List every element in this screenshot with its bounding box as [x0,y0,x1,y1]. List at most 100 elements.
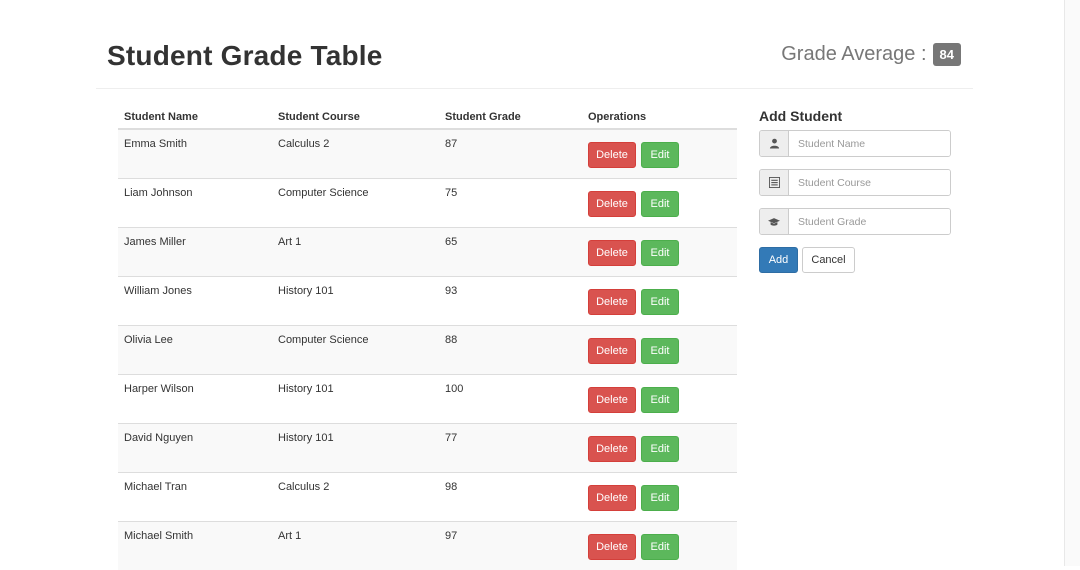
row-operations: DeleteEdit [588,473,737,511]
student-grade: 65 [445,228,582,248]
table-body: Emma SmithCalculus 287DeleteEditLiam Joh… [118,129,737,570]
delete-button[interactable]: Delete [588,436,636,462]
student-name-cell: Liam Johnson [118,179,272,228]
student-course-cell: Calculus 2 [272,129,439,179]
delete-button[interactable]: Delete [588,240,636,266]
page-scrollbar[interactable] [1064,0,1080,566]
student-grade-input[interactable] [789,209,950,234]
student-name: Michael Smith [124,522,272,542]
table-header-row: Student Name Student Course Student Grad… [118,106,737,129]
student-grade-cell: 93 [439,277,582,326]
delete-button[interactable]: Delete [588,289,636,315]
row-operations: DeleteEdit [588,375,737,413]
edit-button[interactable]: Edit [641,142,679,168]
student-name-cell: Michael Tran [118,473,272,522]
operations-cell: DeleteEdit [582,375,737,424]
student-name: Michael Tran [124,473,272,493]
column-header-operations: Operations [582,106,737,129]
student-course-cell: Computer Science [272,179,439,228]
cancel-button[interactable]: Cancel [802,247,855,273]
operations-cell: DeleteEdit [582,326,737,375]
student-name: William Jones [124,277,272,297]
operations-cell: DeleteEdit [582,228,737,277]
edit-button[interactable]: Edit [641,387,679,413]
student-course: Computer Science [278,326,439,346]
grade-average-badge: 84 [933,43,961,66]
student-grade: 98 [445,473,582,493]
table-row: David Nguyen History 10177DeleteEdit [118,424,737,473]
row-operations: DeleteEdit [588,522,737,560]
student-grade-cell: 77 [439,424,582,473]
student-course: History 101 [278,277,439,297]
student-name-cell: Emma Smith [118,129,272,179]
edit-button[interactable]: Edit [641,289,679,315]
student-name: James Miller [124,228,272,248]
table-row: James Miller Art 1 65 DeleteEdit [118,228,737,277]
row-operations: DeleteEdit [588,424,737,462]
student-grade-cell: 88 [439,326,582,375]
student-course: Art 1 [278,228,439,248]
row-operations: DeleteEdit [588,130,737,168]
page-title: Student Grade Table [107,40,383,72]
table-row: Michael Tran Calculus 2 98 DeleteEdit [118,473,737,522]
student-course: History 101 [278,375,439,395]
operations-cell: DeleteEdit [582,522,737,570]
table-row: Olivia LeeComputer Science88DeleteEdit [118,326,737,375]
student-name-input[interactable] [789,131,950,156]
form-buttons: Add Cancel [759,247,951,273]
column-header-course: Student Course [272,106,439,129]
student-grade: 100 [445,375,582,395]
table-row: William Jones History 101 93 DeleteEdit [118,277,737,326]
row-operations: DeleteEdit [588,179,737,217]
student-name-cell: David Nguyen [118,424,272,473]
grade-average: Grade Average : 84 [781,41,961,67]
edit-button[interactable]: Edit [641,240,679,266]
student-course: History 101 [278,424,439,444]
student-grade: 88 [445,326,582,346]
student-name-group [759,130,951,157]
operations-cell: DeleteEdit [582,179,737,228]
table-row: Liam JohnsonComputer Science75DeleteEdit [118,179,737,228]
edit-button[interactable]: Edit [641,534,679,560]
delete-button[interactable]: Delete [588,485,636,511]
add-student-title: Add Student [759,108,951,124]
student-grade-cell: 75 [439,179,582,228]
student-grade-cell: 98 [439,473,582,522]
student-name: Liam Johnson [124,179,272,199]
table-row: Michael SmithArt 1 97 DeleteEdit [118,522,737,570]
delete-button[interactable]: Delete [588,191,636,217]
delete-button[interactable]: Delete [588,387,636,413]
student-course-cell: History 101 [272,277,439,326]
student-grade: 93 [445,277,582,297]
row-operations: DeleteEdit [588,228,737,266]
student-name-cell: William Jones [118,277,272,326]
student-course: Calculus 2 [278,473,439,493]
student-course-input[interactable] [789,170,950,195]
delete-button[interactable]: Delete [588,142,636,168]
edit-button[interactable]: Edit [641,191,679,217]
grade-average-label: Grade Average : [781,43,926,66]
student-course-cell: History 101 [272,375,439,424]
student-grade: 97 [445,522,582,542]
student-course-cell: Art 1 [272,228,439,277]
edit-button[interactable]: Edit [641,485,679,511]
student-course: Calculus 2 [278,130,439,150]
table-row: Harper Wilson History 101 100 DeleteEdit [118,375,737,424]
student-name: Harper Wilson [124,375,272,395]
student-name-cell: Michael Smith [118,522,272,570]
operations-cell: DeleteEdit [582,129,737,179]
column-header-name: Student Name [118,106,272,129]
edit-button[interactable]: Edit [641,436,679,462]
page-header: Student Grade Table Grade Average : 84 [96,0,973,89]
operations-cell: DeleteEdit [582,473,737,522]
student-name: David Nguyen [124,424,272,444]
edit-button[interactable]: Edit [641,338,679,364]
student-name-cell: James Miller [118,228,272,277]
graduation-cap-icon [760,209,789,234]
delete-button[interactable]: Delete [588,338,636,364]
delete-button[interactable]: Delete [588,534,636,560]
add-button[interactable]: Add [759,247,798,273]
student-name: Olivia Lee [124,326,272,346]
student-course-cell: History 101 [272,424,439,473]
student-course-cell: Art 1 [272,522,439,570]
